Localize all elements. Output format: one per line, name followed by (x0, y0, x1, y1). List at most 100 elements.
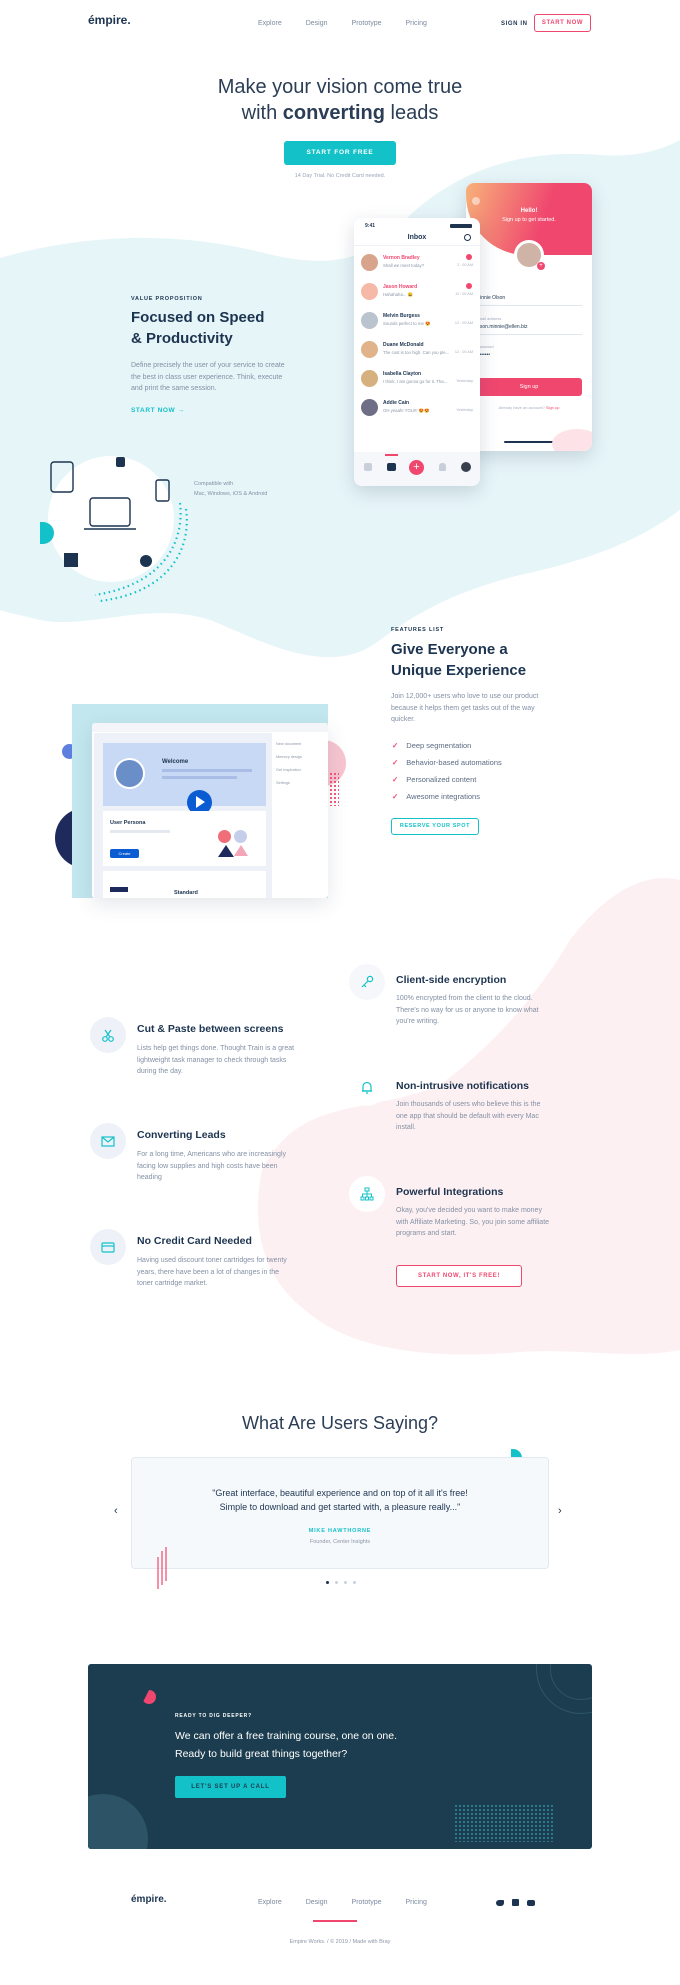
inbox-row-name: Melvin Burgess (383, 313, 420, 319)
network-icon (349, 1176, 385, 1212)
feature-title: Converting Leads (137, 1129, 226, 1141)
testimonial-quote-line1: "Great interface, beautiful experience a… (212, 1488, 468, 1498)
divider (476, 305, 582, 306)
reserve-spot-button[interactable]: RESERVE YOUR SPOT (391, 818, 479, 835)
value-eyebrow: VALUE PROPOSITION (131, 296, 203, 302)
feature-title: Powerful Integrations (396, 1186, 504, 1198)
testimonial-quote-line2: Simple to download and get started with,… (219, 1502, 461, 1512)
signin-link[interactable]: SIGN IN (501, 21, 528, 27)
sidebar-item[interactable]: Settings (276, 777, 302, 790)
hero-title-post: leads (385, 102, 439, 124)
inbox-row[interactable]: Duane McDonald The cost is too high. Can… (361, 339, 473, 365)
feature-title: Cut & Paste between screens (137, 1023, 284, 1035)
prev-arrow-icon[interactable]: ‹ (114, 1505, 118, 1517)
hero-title-bold: converting (282, 102, 385, 124)
features-eyebrow: FEATURES LIST (391, 627, 445, 633)
play-icon (196, 796, 205, 808)
testimonial-card (131, 1457, 549, 1569)
placeholder-line (162, 776, 237, 779)
footer-nav-pricing[interactable]: Pricing (406, 1899, 427, 1906)
features-desc: Join 12,000+ users who love to use our p… (391, 693, 539, 723)
mail-icon (90, 1123, 126, 1159)
check-icon: ✓ (392, 775, 399, 784)
inbox-row[interactable]: Melvin Burgess Sounds perfect to me 😍 12… (361, 310, 473, 336)
bell-icon[interactable] (439, 463, 446, 471)
compose-button[interactable]: + (409, 460, 424, 475)
home-icon[interactable] (364, 463, 372, 471)
shape-triangle (234, 845, 248, 856)
nav-design[interactable]: Design (306, 20, 328, 27)
features-title-line1: Give Everyone a (391, 641, 508, 658)
feature-desc: 100% encrypted from the client to the cl… (396, 995, 539, 1025)
feature-desc: Join thousands of users who believe this… (396, 1101, 541, 1131)
facebook-icon[interactable] (512, 1899, 519, 1906)
set-up-call-button[interactable]: LET'S SET UP A CALL (175, 1776, 286, 1798)
bell-icon (349, 1070, 385, 1106)
unread-badge (466, 283, 472, 289)
inbox-row[interactable]: Addie Cain OH yeaah! YOU!!! 😍😍 Yesterday (361, 397, 473, 423)
feature-desc: Okay, you've decided you want to make mo… (396, 1207, 550, 1237)
social-links (496, 1899, 535, 1906)
inbox-row[interactable]: Jason Howard Hahahaha... 😀 11 : 00 AM (361, 281, 473, 307)
phone-icon (155, 479, 170, 502)
nav-pricing[interactable]: Pricing (406, 20, 427, 27)
email-field[interactable]: olson.minnie@ellen.biz (476, 324, 528, 330)
inbox-phone: 9:41 Inbox Vernon Bradley Shall we meet … (354, 218, 480, 486)
footer-nav: Explore Design Prototype Pricing (258, 1899, 427, 1906)
add-photo-icon[interactable]: + (537, 262, 545, 270)
footer-logo[interactable]: émpire. (131, 1894, 167, 1905)
chat-icon[interactable] (387, 463, 396, 471)
nav-prototype[interactable]: Prototype (352, 20, 382, 27)
login-prompt: Already have an account? Sign up (466, 405, 592, 410)
shape-circle (234, 830, 247, 843)
signup-name-value[interactable]: Minnie Olson (476, 295, 505, 301)
avatar (361, 370, 378, 387)
start-now-button[interactable]: START NOW (534, 14, 591, 32)
key-icon (349, 964, 385, 1000)
inbox-row-time: Yesterday (456, 408, 473, 412)
value-start-link[interactable]: START NOW → (131, 407, 185, 414)
carousel-dot[interactable] (335, 1581, 338, 1584)
inbox-row-name: Duane McDonald (383, 342, 424, 348)
cta-eyebrow: READY TO DIG DEEPER? (175, 1713, 252, 1719)
window-bar (92, 723, 328, 732)
avatar (361, 283, 378, 300)
sidebar-item[interactable]: New document (276, 738, 302, 751)
footer-nav-explore[interactable]: Explore (258, 1899, 282, 1906)
persona-button[interactable]: Create (110, 849, 139, 858)
inbox-row-time: 11 : 00 AM (455, 292, 473, 296)
placeholder-line (162, 769, 252, 772)
profile-icon[interactable] (461, 462, 471, 472)
value-desc: Define precisely the user of your servic… (131, 362, 285, 392)
signup-hello: Hello! (520, 208, 538, 214)
brand-logo[interactable]: émpire. (88, 13, 131, 27)
youtube-icon[interactable] (527, 1899, 535, 1906)
avatar (361, 254, 378, 271)
avatar (114, 758, 145, 789)
search-icon[interactable] (464, 234, 471, 241)
inbox-row[interactable]: Vernon Bradley Shall we meet today? 2 : … (361, 252, 473, 278)
sidebar-item[interactable]: Memory design (276, 751, 302, 764)
status-icons (450, 224, 472, 228)
feature-check-label: Behavior-based automations (406, 758, 502, 767)
dashboard-mockup: Welcome User Persona Create Standard New… (92, 723, 328, 898)
signup-button[interactable]: Sign up (476, 378, 582, 396)
nav-explore[interactable]: Explore (258, 20, 282, 27)
feature-title: No Credit Card Needed (137, 1235, 252, 1247)
sidebar-item[interactable]: Get Inspiration (276, 764, 302, 777)
carousel-dot[interactable] (353, 1581, 356, 1584)
inbox-row[interactable]: Isabella Clayton I think, I am gonna go … (361, 368, 473, 394)
next-arrow-icon[interactable]: › (558, 1505, 562, 1517)
features-title-line2: Unique Experience (391, 662, 527, 679)
back-icon[interactable] (472, 197, 480, 205)
carousel-dot-active[interactable] (326, 1581, 329, 1584)
login-link[interactable]: Sign up (546, 405, 560, 410)
footer-nav-prototype[interactable]: Prototype (352, 1899, 382, 1906)
start-now-free-button[interactable]: START NOW, IT'S FREE! (396, 1265, 522, 1287)
active-tab-indicator (385, 454, 398, 456)
footer-nav-design[interactable]: Design (306, 1899, 328, 1906)
twitter-icon[interactable] (496, 1899, 504, 1906)
carousel-dot[interactable] (344, 1581, 347, 1584)
feature-check-item: ✓ Behavior-based automations (392, 758, 502, 767)
start-for-free-button[interactable]: START FOR FREE (284, 141, 396, 165)
